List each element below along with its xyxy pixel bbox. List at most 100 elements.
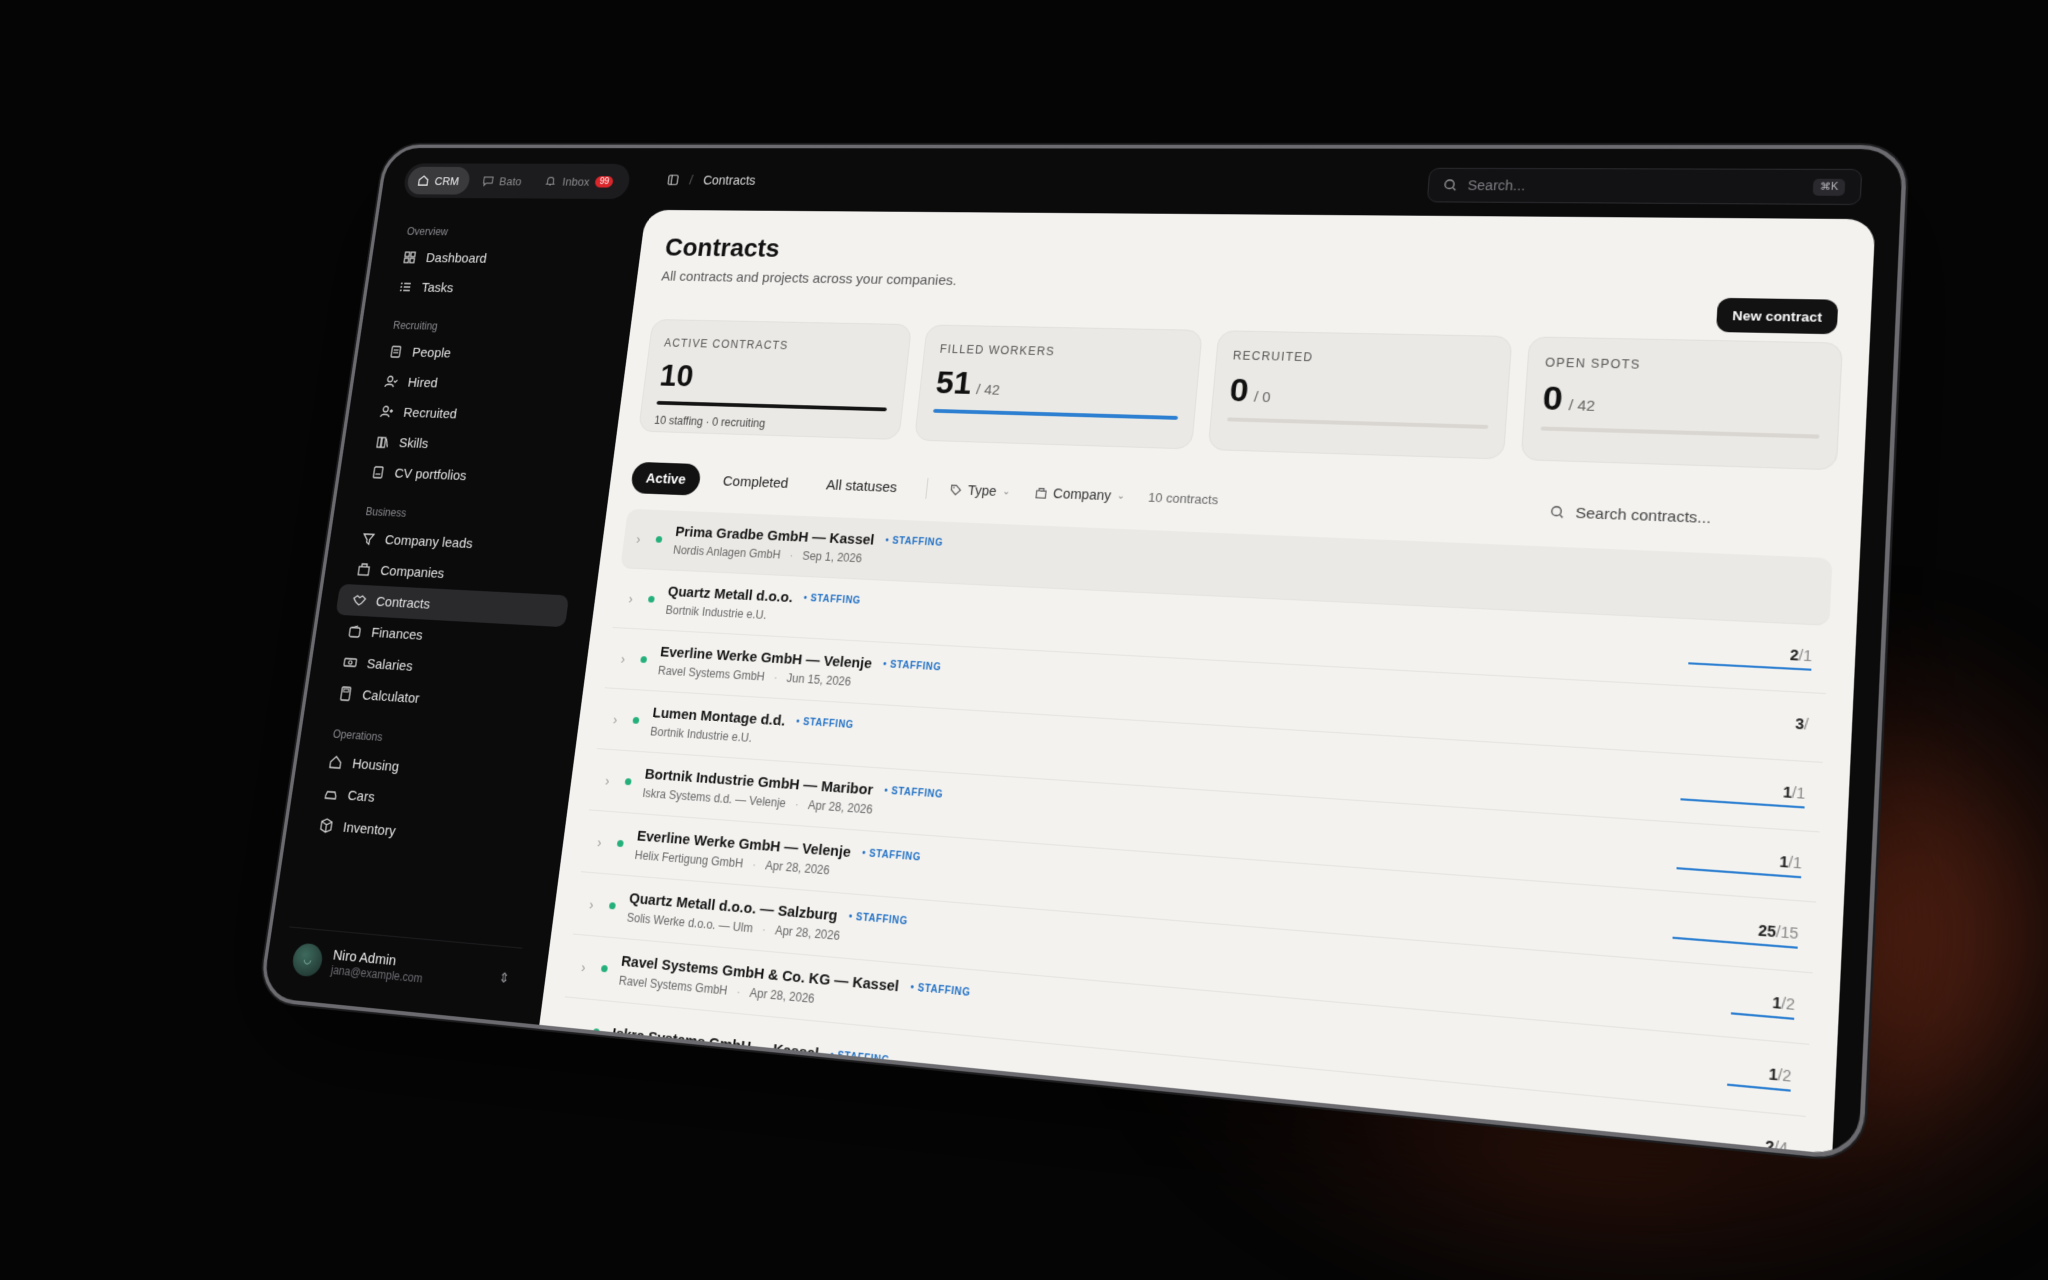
contracts-search-input[interactable]: Search contracts...: [1549, 503, 1834, 531]
contract-client: Bortnik Industrie e.U.: [664, 603, 768, 622]
contract-date: Apr 28, 2026: [764, 858, 831, 878]
nav-group-operations: Operations Housing Cars Inventory: [302, 721, 550, 859]
chat-icon: [481, 175, 494, 187]
total-count: /15: [1775, 922, 1799, 942]
contract-tag: STAFFING: [796, 717, 855, 731]
contract-progress-bar: [1684, 729, 1809, 739]
chevron-down-icon: ⌄: [1116, 490, 1126, 502]
tablet-frame: CRM Bato Inbox 99 / Contracts Search... …: [257, 144, 1908, 1162]
tab-completed[interactable]: Completed: [707, 464, 805, 499]
type-filter-label: Type: [967, 482, 998, 499]
chevron-right-icon[interactable]: ›: [580, 959, 602, 977]
contract-date: Apr 28, 2026: [748, 985, 816, 1006]
banknote-icon: [343, 655, 358, 670]
new-contract-button[interactable]: New contract: [1716, 297, 1839, 335]
contract-progress-fill: [1730, 1011, 1795, 1020]
sidebar-item-label: Finances: [370, 624, 424, 644]
sidebar-item-label: Company leads: [383, 531, 474, 552]
user-plus-icon: [379, 405, 394, 420]
chevron-right-icon[interactable]: ›: [636, 531, 657, 547]
handshake-icon: [352, 593, 367, 608]
contract-fill-count: 1/2: [1772, 993, 1795, 1013]
stat-value: 0: [1541, 379, 1564, 419]
contract-date: Apr 28, 2026: [774, 923, 841, 943]
contract-date: Jun 15, 2026: [785, 671, 852, 689]
sidebar-item-label: Companies: [379, 562, 446, 582]
segment-label: Inbox: [561, 174, 591, 188]
chevron-right-icon[interactable]: ›: [604, 772, 626, 789]
id-card-icon: [388, 345, 403, 359]
separator-dot: ·: [794, 797, 800, 812]
stat-progress-fill: [656, 400, 888, 412]
contract-fill-count: 2/1: [1790, 646, 1813, 664]
contract-fill-count: 2/4: [1765, 1136, 1789, 1153]
list-icon: [398, 280, 413, 294]
search-icon: [1443, 178, 1458, 192]
segment-crm[interactable]: CRM: [405, 166, 471, 195]
nav-group-title: Overview: [406, 225, 449, 238]
contract-title: Quartz Metall d.o.o.: [666, 583, 794, 606]
global-search-placeholder: Search...: [1467, 177, 1526, 194]
status-dot: [647, 595, 655, 603]
segment-bato[interactable]: Bato: [470, 167, 533, 195]
contract-fill-count: 1/1: [1783, 783, 1806, 802]
chevron-right-icon[interactable]: ›: [628, 591, 649, 607]
sidebar-item-label: People: [411, 344, 453, 361]
total-count: /1: [1798, 646, 1813, 664]
stat-denominator: / 42: [1568, 397, 1596, 415]
sidebar-item-label: Skills: [398, 435, 430, 452]
chevron-right-icon[interactable]: ›: [612, 711, 634, 728]
chevron-right-icon[interactable]: ›: [620, 651, 641, 667]
stat-value: 51: [934, 364, 974, 402]
status-dot: [592, 1028, 600, 1036]
chevron-right-icon[interactable]: ›: [588, 896, 610, 913]
sidebar-item-label: Contracts: [374, 593, 432, 612]
contract-tag: STAFFING: [884, 786, 944, 801]
contract-fill-count: 3/: [1795, 714, 1809, 732]
company-filter-label: Company: [1052, 485, 1112, 504]
contract-date: Apr 28, 2026: [807, 798, 874, 817]
stat-progress-bar: [1227, 417, 1489, 429]
sidebar-toggle-icon[interactable]: [666, 174, 680, 186]
total-count: /1: [1788, 852, 1803, 872]
chevron-down-icon: ⌄: [1001, 486, 1011, 497]
chevron-up-down-icon[interactable]: ⇕: [498, 969, 510, 987]
segment-inbox[interactable]: Inbox 99: [533, 167, 625, 195]
stat-card-recruited: Recruited 0/ 0: [1207, 330, 1513, 460]
global-search[interactable]: Search... ⌘K: [1426, 167, 1863, 206]
contract-progress-bar: [1688, 661, 1812, 671]
sidebar-item-label: CV portfolios: [393, 465, 468, 484]
sidebar-item-label: Hired: [406, 374, 439, 391]
app-switcher: CRM Bato Inbox 99: [402, 163, 632, 200]
box-icon: [319, 818, 335, 834]
company-filter[interactable]: Company ⌄: [1027, 485, 1134, 504]
separator-dot: ·: [788, 548, 794, 562]
contracts-list: › Prima Gradbe GmbH — KasselSTAFFING Nor…: [556, 508, 1833, 1154]
sidebar-item-label: Inventory: [342, 818, 397, 840]
total-count: /2: [1780, 993, 1796, 1013]
main-content: Contracts All contracts and projects acr…: [539, 209, 1876, 1154]
stat-denominator: / 42: [975, 381, 1001, 399]
tab-all-statuses[interactable]: All statuses: [810, 468, 914, 504]
filled-count: 25: [1757, 920, 1777, 940]
total-count: /2: [1777, 1065, 1792, 1085]
type-filter[interactable]: Type ⌄: [942, 481, 1019, 499]
chevron-right-icon[interactable]: ›: [596, 834, 618, 851]
contract-client: Bortnik Industrie e.U.: [649, 724, 753, 745]
building-icon: [1034, 486, 1048, 499]
status-dot: [608, 902, 616, 910]
user-menu[interactable]: ◡ Niro Admin jana@example.com ⇕: [281, 926, 523, 1001]
separator-dot: ·: [761, 922, 767, 937]
nav-group-recruiting: Recruiting People Hired Recruited Skills…: [355, 314, 606, 496]
tab-active[interactable]: Active: [629, 461, 702, 496]
contract-title: Iskra Systems GmbH — Kassel: [611, 1025, 820, 1063]
building-icon: [356, 562, 371, 577]
chevron-right-icon[interactable]: ›: [572, 1022, 594, 1040]
nav-group-overview: Overview Dashboard Tasks: [382, 220, 619, 306]
sidebar-item-dashboard[interactable]: Dashboard: [386, 242, 615, 275]
separator-dot: ·: [773, 670, 779, 685]
stat-value: 10: [657, 358, 696, 394]
contract-tag: STAFFING: [830, 1050, 890, 1066]
sidebar-item-tasks[interactable]: Tasks: [382, 272, 612, 306]
stat-denominator: / 0: [1253, 388, 1272, 406]
